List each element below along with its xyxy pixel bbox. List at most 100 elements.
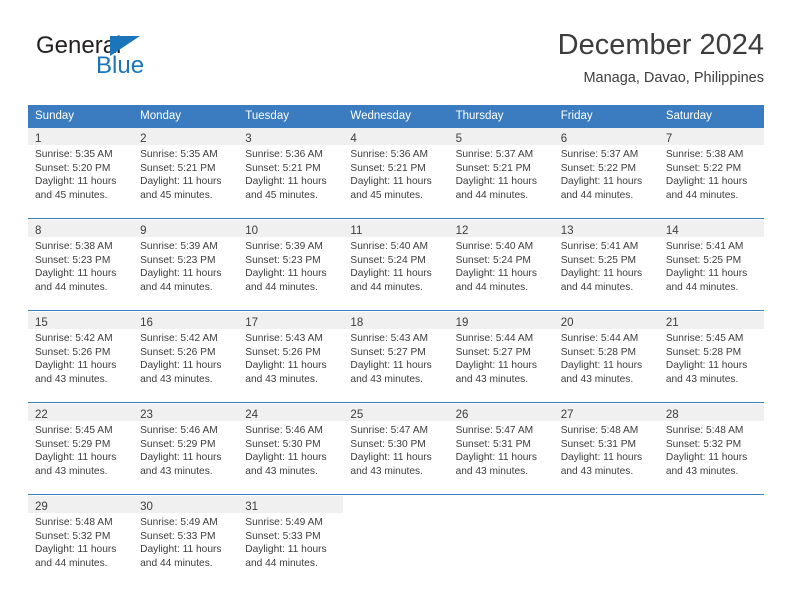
calendar-week-row: 8 Sunrise: 5:38 AM Sunset: 5:23 PM Daylight… xyxy=(28,220,764,311)
weekday-header-friday: Friday xyxy=(553,105,659,128)
sunset-text: Sunset: 5:32 PM xyxy=(35,530,111,542)
day-number: 5 xyxy=(455,133,462,145)
day-number-band: 17 xyxy=(238,312,344,329)
sunset-text: Sunset: 5:23 PM xyxy=(35,254,111,266)
sunset-text: Sunset: 5:29 PM xyxy=(140,438,216,450)
weekday-header-saturday: Saturday xyxy=(658,105,764,128)
day-cell-content: 4 Sunrise: 5:36 AM Sunset: 5:21 PM Daylight… xyxy=(343,128,449,218)
daylight-text-line2: and 44 minutes. xyxy=(455,189,529,201)
calendar-day-cell[interactable]: 18 Sunrise: 5:43 AM Sunset: 5:27 PM Dayligh… xyxy=(343,312,449,403)
daylight-text-line1: Daylight: 11 hours xyxy=(140,268,222,280)
calendar-day-cell[interactable]: 14 Sunrise: 5:41 AM Sunset: 5:25 PM Dayligh… xyxy=(658,220,764,311)
day-details: Sunrise: 5:42 AM Sunset: 5:26 PM Daylight:… xyxy=(133,329,238,386)
calendar-day-cell[interactable]: 9 Sunrise: 5:39 AM Sunset: 5:23 PM Daylight… xyxy=(133,220,239,311)
daylight-text-line2: and 43 minutes. xyxy=(140,373,213,385)
calendar-day-cell[interactable]: 11 Sunrise: 5:40 AM Sunset: 5:24 PM Dayligh… xyxy=(343,220,449,311)
calendar-day-cell[interactable]: 3 Sunrise: 5:36 AM Sunset: 5:21 PM Daylight… xyxy=(238,128,344,219)
day-number: 1 xyxy=(35,133,42,145)
day-cell-content: 8 Sunrise: 5:38 AM Sunset: 5:23 PM Daylight… xyxy=(28,220,134,310)
calendar-day-cell[interactable]: 28 Sunrise: 5:48 AM Sunset: 5:32 PM Dayligh… xyxy=(658,404,764,495)
calendar-day-cell[interactable]: 6 Sunrise: 5:37 AM Sunset: 5:22 PM Daylight… xyxy=(553,128,659,219)
daylight-text-line1: Daylight: 11 hours xyxy=(665,360,748,372)
calendar-day-cell[interactable]: 31 Sunrise: 5:49 AM Sunset: 5:33 PM Dayligh… xyxy=(238,496,344,586)
daylight-text-line1: Daylight: 11 hours xyxy=(560,268,643,280)
daylight-text-line1: Daylight: 11 hours xyxy=(455,268,537,280)
calendar-day-cell[interactable]: 20 Sunrise: 5:44 AM Sunset: 5:28 PM Dayligh… xyxy=(553,312,659,403)
daylight-text-line2: and 44 minutes. xyxy=(140,557,213,569)
daylight-text-line2: and 44 minutes. xyxy=(245,281,318,293)
day-number: 20 xyxy=(560,317,574,329)
day-number: 10 xyxy=(245,225,259,237)
day-number-band: 8 xyxy=(28,220,134,237)
day-details: Sunrise: 5:47 AM Sunset: 5:31 PM Daylight:… xyxy=(449,421,554,478)
day-details: Sunrise: 5:48 AM Sunset: 5:32 PM Daylight:… xyxy=(659,421,764,478)
day-cell-content: 29 Sunrise: 5:48 AM Sunset: 5:32 PM Dayligh… xyxy=(28,496,134,586)
sunset-text: Sunset: 5:26 PM xyxy=(245,346,321,358)
daylight-text-line2: and 44 minutes. xyxy=(35,281,108,293)
sunrise-text: Sunrise: 5:45 AM xyxy=(665,333,744,344)
sunrise-text: Sunrise: 5:48 AM xyxy=(560,425,639,436)
sunset-text: Sunset: 5:23 PM xyxy=(245,254,321,266)
sunset-text: Sunset: 5:26 PM xyxy=(140,346,216,358)
calendar-day-cell[interactable]: 1 Sunrise: 5:35 AM Sunset: 5:20 PM Daylight… xyxy=(28,128,134,219)
sunrise-text: Sunrise: 5:49 AM xyxy=(245,517,323,528)
calendar-day-cell[interactable]: 17 Sunrise: 5:43 AM Sunset: 5:26 PM Dayligh… xyxy=(238,312,344,403)
calendar-day-cell[interactable]: 23 Sunrise: 5:46 AM Sunset: 5:29 PM Dayligh… xyxy=(133,404,239,495)
calendar-day-cell[interactable]: 2 Sunrise: 5:35 AM Sunset: 5:21 PM Daylight… xyxy=(133,128,239,219)
day-number-band: 12 xyxy=(448,220,554,237)
day-cell-empty xyxy=(449,496,554,586)
calendar-day-cell[interactable]: 29 Sunrise: 5:48 AM Sunset: 5:32 PM Dayligh… xyxy=(28,496,134,586)
day-details: Sunrise: 5:49 AM Sunset: 5:33 PM Daylight:… xyxy=(238,513,343,570)
calendar-day-cell[interactable]: 27 Sunrise: 5:48 AM Sunset: 5:31 PM Dayligh… xyxy=(553,404,659,495)
day-details: Sunrise: 5:48 AM Sunset: 5:31 PM Daylight:… xyxy=(554,421,659,478)
day-details: Sunrise: 5:39 AM Sunset: 5:23 PM Daylight:… xyxy=(133,237,238,294)
calendar-day-cell[interactable]: 24 Sunrise: 5:46 AM Sunset: 5:30 PM Dayligh… xyxy=(238,404,344,495)
calendar-day-cell[interactable]: 7 Sunrise: 5:38 AM Sunset: 5:22 PM Daylight… xyxy=(658,128,764,219)
sunrise-text: Sunrise: 5:37 AM xyxy=(455,149,534,160)
calendar-day-cell[interactable]: 22 Sunrise: 5:45 AM Sunset: 5:29 PM Dayligh… xyxy=(28,404,134,495)
sunset-text: Sunset: 5:22 PM xyxy=(560,162,637,174)
sunset-text: Sunset: 5:23 PM xyxy=(140,254,216,266)
calendar-day-cell[interactable]: 25 Sunrise: 5:47 AM Sunset: 5:30 PM Dayligh… xyxy=(343,404,449,495)
day-cell-content: 16 Sunrise: 5:42 AM Sunset: 5:26 PM Dayligh… xyxy=(133,312,239,402)
daylight-text-line2: and 45 minutes. xyxy=(35,189,108,201)
day-cell-content: 30 Sunrise: 5:49 AM Sunset: 5:33 PM Dayligh… xyxy=(133,496,239,586)
sunrise-text: Sunrise: 5:36 AM xyxy=(245,149,323,160)
sunrise-text: Sunrise: 5:35 AM xyxy=(35,149,113,160)
calendar-day-cell[interactable]: 13 Sunrise: 5:41 AM Sunset: 5:25 PM Dayligh… xyxy=(553,220,659,311)
sunset-text: Sunset: 5:25 PM xyxy=(560,254,637,266)
weekday-header-wednesday: Wednesday xyxy=(343,105,449,128)
daylight-text-line2: and 43 minutes. xyxy=(35,465,108,477)
day-cell-content: 5 Sunrise: 5:37 AM Sunset: 5:21 PM Daylight… xyxy=(448,128,554,218)
day-number-band: 29 xyxy=(28,496,134,513)
day-number-band: 30 xyxy=(133,496,239,513)
sunset-text: Sunset: 5:22 PM xyxy=(665,162,742,174)
calendar-day-cell[interactable]: 30 Sunrise: 5:49 AM Sunset: 5:33 PM Dayligh… xyxy=(133,496,239,586)
daylight-text-line1: Daylight: 11 hours xyxy=(455,360,537,372)
calendar-day-cell[interactable]: 26 Sunrise: 5:47 AM Sunset: 5:31 PM Dayligh… xyxy=(448,404,554,495)
calendar-day-cell[interactable]: 21 Sunrise: 5:45 AM Sunset: 5:28 PM Dayligh… xyxy=(658,312,764,403)
calendar-day-cell[interactable]: 15 Sunrise: 5:42 AM Sunset: 5:26 PM Dayligh… xyxy=(28,312,134,403)
day-cell-empty xyxy=(554,496,659,586)
calendar-day-cell[interactable]: 5 Sunrise: 5:37 AM Sunset: 5:21 PM Daylight… xyxy=(448,128,554,219)
sunset-text: Sunset: 5:28 PM xyxy=(665,346,742,358)
day-number: 29 xyxy=(35,501,48,513)
calendar-day-cell[interactable]: 10 Sunrise: 5:39 AM Sunset: 5:23 PM Dayligh… xyxy=(238,220,344,311)
calendar-day-cell[interactable]: 4 Sunrise: 5:36 AM Sunset: 5:21 PM Daylight… xyxy=(343,128,449,219)
calendar-day-cell xyxy=(659,496,764,586)
daylight-text-line1: Daylight: 11 hours xyxy=(140,176,222,188)
calendar-day-cell[interactable]: 16 Sunrise: 5:42 AM Sunset: 5:26 PM Dayligh… xyxy=(133,312,239,403)
day-number: 9 xyxy=(140,225,147,237)
day-details: Sunrise: 5:37 AM Sunset: 5:22 PM Daylight:… xyxy=(554,145,659,202)
calendar-day-cell[interactable]: 8 Sunrise: 5:38 AM Sunset: 5:23 PM Daylight… xyxy=(28,220,134,311)
day-details: Sunrise: 5:41 AM Sunset: 5:25 PM Daylight:… xyxy=(659,237,764,294)
calendar-day-cell[interactable]: 19 Sunrise: 5:44 AM Sunset: 5:27 PM Dayligh… xyxy=(448,312,554,403)
daylight-text-line1: Daylight: 11 hours xyxy=(350,452,432,464)
sunset-text: Sunset: 5:29 PM xyxy=(35,438,111,450)
title-block: December 2024 Managa, Davao, Philippines xyxy=(558,28,764,88)
daylight-text-line2: and 45 minutes. xyxy=(140,189,213,201)
sunrise-text: Sunrise: 5:39 AM xyxy=(140,241,218,252)
daylight-text-line2: and 43 minutes. xyxy=(350,373,423,385)
calendar-day-cell[interactable]: 12 Sunrise: 5:40 AM Sunset: 5:24 PM Dayligh… xyxy=(448,220,554,311)
day-details: Sunrise: 5:49 AM Sunset: 5:33 PM Daylight:… xyxy=(133,513,238,570)
